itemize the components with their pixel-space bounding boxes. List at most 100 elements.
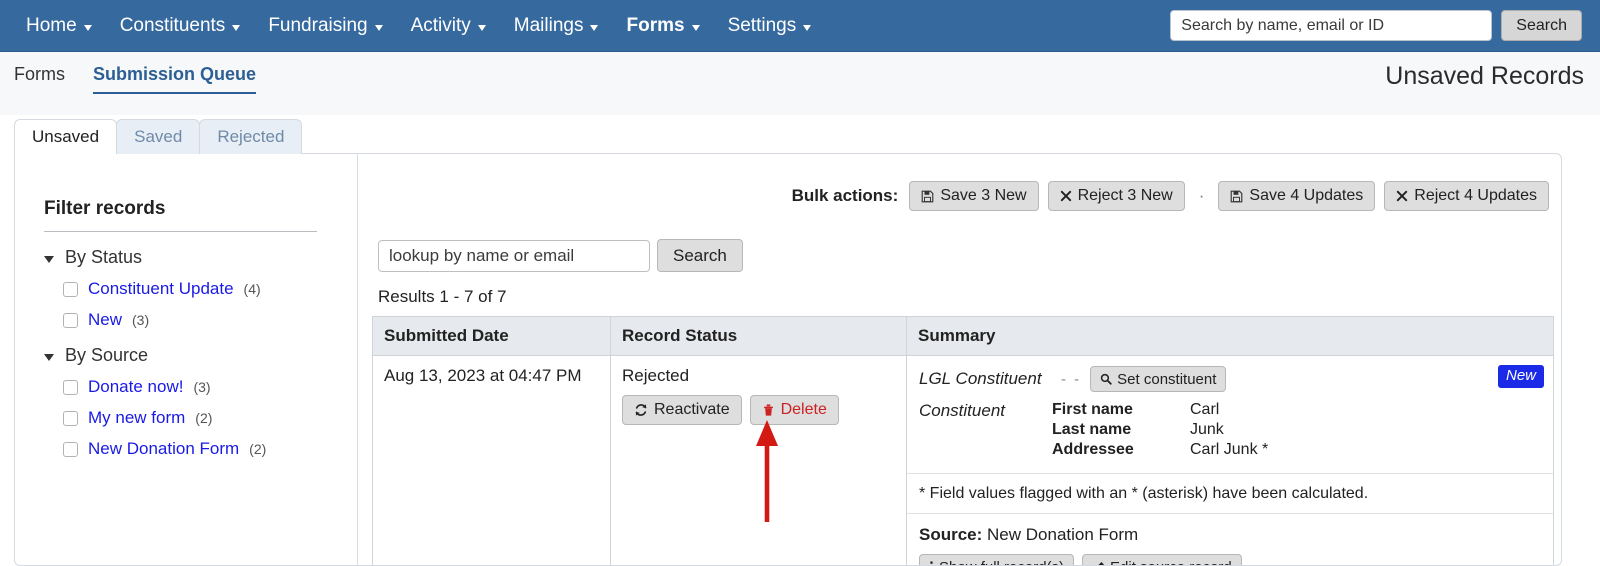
nav-item-settings[interactable]: Settings — [714, 9, 826, 43]
filter-item-count: (3) — [132, 312, 150, 328]
chevron-down-icon — [83, 24, 92, 31]
reject-updates-button[interactable]: Reject 4 Updates — [1384, 181, 1549, 211]
submissions-table: Submitted Date Record Status Summary Aug… — [372, 316, 1554, 565]
filter-item-label[interactable]: New — [88, 310, 122, 330]
chevron-down-icon — [232, 24, 241, 31]
nav-item-label: Mailings — [513, 14, 584, 36]
records-content: Bulk actions: Save 3 New Reject 3 New · — [358, 154, 1561, 565]
filter-item-label[interactable]: My new form — [88, 408, 185, 428]
tab-saved[interactable]: Saved — [116, 119, 201, 154]
record-lookup: Search — [378, 239, 743, 272]
button-label: Save 4 Updates — [1249, 187, 1364, 204]
checkbox[interactable] — [63, 281, 78, 297]
record-status-value: Rejected — [622, 366, 690, 385]
summary-details: LGL Constituent - - Set constituent Cons… — [907, 356, 1553, 473]
global-search-input[interactable] — [1170, 10, 1493, 41]
save-updates-button[interactable]: Save 4 Updates — [1218, 181, 1376, 211]
constituent-row: Constituent First name Carl Last name Ju… — [919, 401, 1541, 461]
breadcrumb-item-submission-queue[interactable]: Submission Queue — [93, 64, 257, 94]
column-header-submitted-date: Submitted Date — [372, 316, 611, 356]
filter-item-count: (2) — [195, 410, 213, 426]
chevron-down-icon — [44, 354, 54, 361]
filter-item-label[interactable]: New Donation Form — [88, 439, 239, 459]
save-new-button[interactable]: Save 3 New — [909, 181, 1039, 211]
reject-new-button[interactable]: Reject 3 New — [1047, 181, 1185, 211]
chevron-down-icon — [374, 24, 383, 31]
tab-unsaved[interactable]: Unsaved — [14, 119, 118, 154]
filter-sidebar: Filter records By Status Constituent Upd… — [15, 154, 357, 565]
checkbox[interactable] — [63, 379, 78, 395]
nav-item-forms[interactable]: Forms — [612, 9, 713, 43]
filter-group-label: By Source — [65, 345, 149, 365]
nav-item-activity[interactable]: Activity — [397, 9, 500, 43]
filter-item-count: (3) — [193, 379, 211, 395]
filter-group-by-status: By Status Constituent Update (4) New (3) — [44, 247, 261, 330]
cell-submitted-date: Aug 13, 2023 at 04:47 PM — [372, 355, 611, 565]
bulk-actions-separator: · — [1198, 186, 1205, 205]
filter-group-header-by-source[interactable]: By Source — [44, 345, 266, 366]
show-full-records-button[interactable]: Show full record(s) — [919, 554, 1075, 565]
record-lookup-search-button[interactable]: Search — [657, 239, 743, 272]
pencil-icon — [1098, 561, 1104, 565]
chevron-down-icon — [590, 24, 599, 31]
filter-group-label: By Status — [65, 247, 143, 267]
nav-item-label: Forms — [626, 14, 685, 36]
button-label: Reject 4 Updates — [1414, 187, 1537, 204]
nav-item-label: Constituents — [119, 14, 226, 36]
filter-item-my-new-form[interactable]: My new form (2) — [63, 408, 266, 428]
global-search-button[interactable]: Search — [1501, 10, 1582, 41]
x-icon — [1060, 190, 1071, 202]
checkbox[interactable] — [63, 312, 78, 328]
breadcrumb-item-forms[interactable]: Forms — [14, 64, 65, 92]
field-value: Carl — [1190, 401, 1220, 418]
checkbox[interactable] — [63, 441, 78, 457]
filter-item-new-donation-form[interactable]: New Donation Form (2) — [63, 439, 266, 459]
field-row: Last name Junk — [1052, 421, 1268, 441]
nav-item-mailings[interactable]: Mailings — [500, 9, 613, 43]
source-label: Source: — [919, 525, 983, 544]
record-lookup-input[interactable] — [378, 239, 650, 272]
filter-item-label[interactable]: Donate now! — [88, 377, 183, 397]
button-label: Delete — [780, 401, 827, 418]
x-icon — [1397, 190, 1408, 202]
nav-item-label: Activity — [410, 14, 471, 36]
filter-item-count: (2) — [249, 441, 267, 457]
results-count: Results 1 - 7 of 7 — [378, 287, 507, 306]
nav-menu: Home Constituents Fundraising Activity M… — [0, 9, 825, 43]
button-label: Reactivate — [654, 401, 730, 418]
delete-button[interactable]: Delete — [749, 395, 839, 425]
reactivate-button[interactable]: Reactivate — [622, 395, 742, 425]
filter-divider — [44, 231, 317, 232]
page-header-band: Forms Submission Queue Unsaved Records — [0, 52, 1600, 115]
filter-item-label[interactable]: Constituent Update — [88, 279, 234, 299]
edit-source-record-button[interactable]: Edit source record — [1082, 554, 1242, 565]
chevron-down-icon — [691, 24, 700, 31]
cell-summary: New LGL Constituent - - Set constituent … — [906, 355, 1554, 565]
info-icon — [930, 560, 933, 565]
nav-item-label: Settings — [727, 14, 797, 36]
field-name: First name — [1052, 401, 1133, 418]
tab-rejected[interactable]: Rejected — [199, 119, 303, 154]
set-constituent-button[interactable]: Set constituent — [1090, 366, 1227, 392]
bulk-actions-label: Bulk actions: — [791, 186, 899, 205]
nav-item-label: Fundraising — [268, 14, 368, 36]
filter-group-header-by-status[interactable]: By Status — [44, 247, 261, 268]
filter-item-constituent-update[interactable]: Constituent Update (4) — [63, 279, 261, 299]
field-value: Carl Junk * — [1190, 441, 1269, 458]
table-header-row: Submitted Date Record Status Summary — [372, 316, 1554, 356]
checkbox[interactable] — [63, 410, 78, 426]
field-name: Addressee — [1052, 441, 1134, 458]
asterisk-note: * Field values flagged with an * (asteri… — [907, 473, 1553, 513]
nav-item-fundraising[interactable]: Fundraising — [254, 9, 396, 43]
field-name: Last name — [1052, 421, 1132, 438]
button-label: Set constituent — [1117, 370, 1217, 388]
page-title: Unsaved Records — [1385, 62, 1584, 90]
chevron-down-icon — [44, 256, 54, 263]
filter-group-by-source: By Source Donate now! (3) My new form (2… — [44, 345, 266, 459]
nav-item-constituents[interactable]: Constituents — [106, 9, 255, 43]
filter-item-new[interactable]: New (3) — [63, 310, 261, 330]
nav-item-home[interactable]: Home — [12, 9, 106, 43]
column-header-record-status: Record Status — [610, 316, 907, 356]
source-actions: Show full record(s) Edit source record — [919, 554, 1541, 565]
filter-item-donate-now[interactable]: Donate now! (3) — [63, 377, 266, 397]
